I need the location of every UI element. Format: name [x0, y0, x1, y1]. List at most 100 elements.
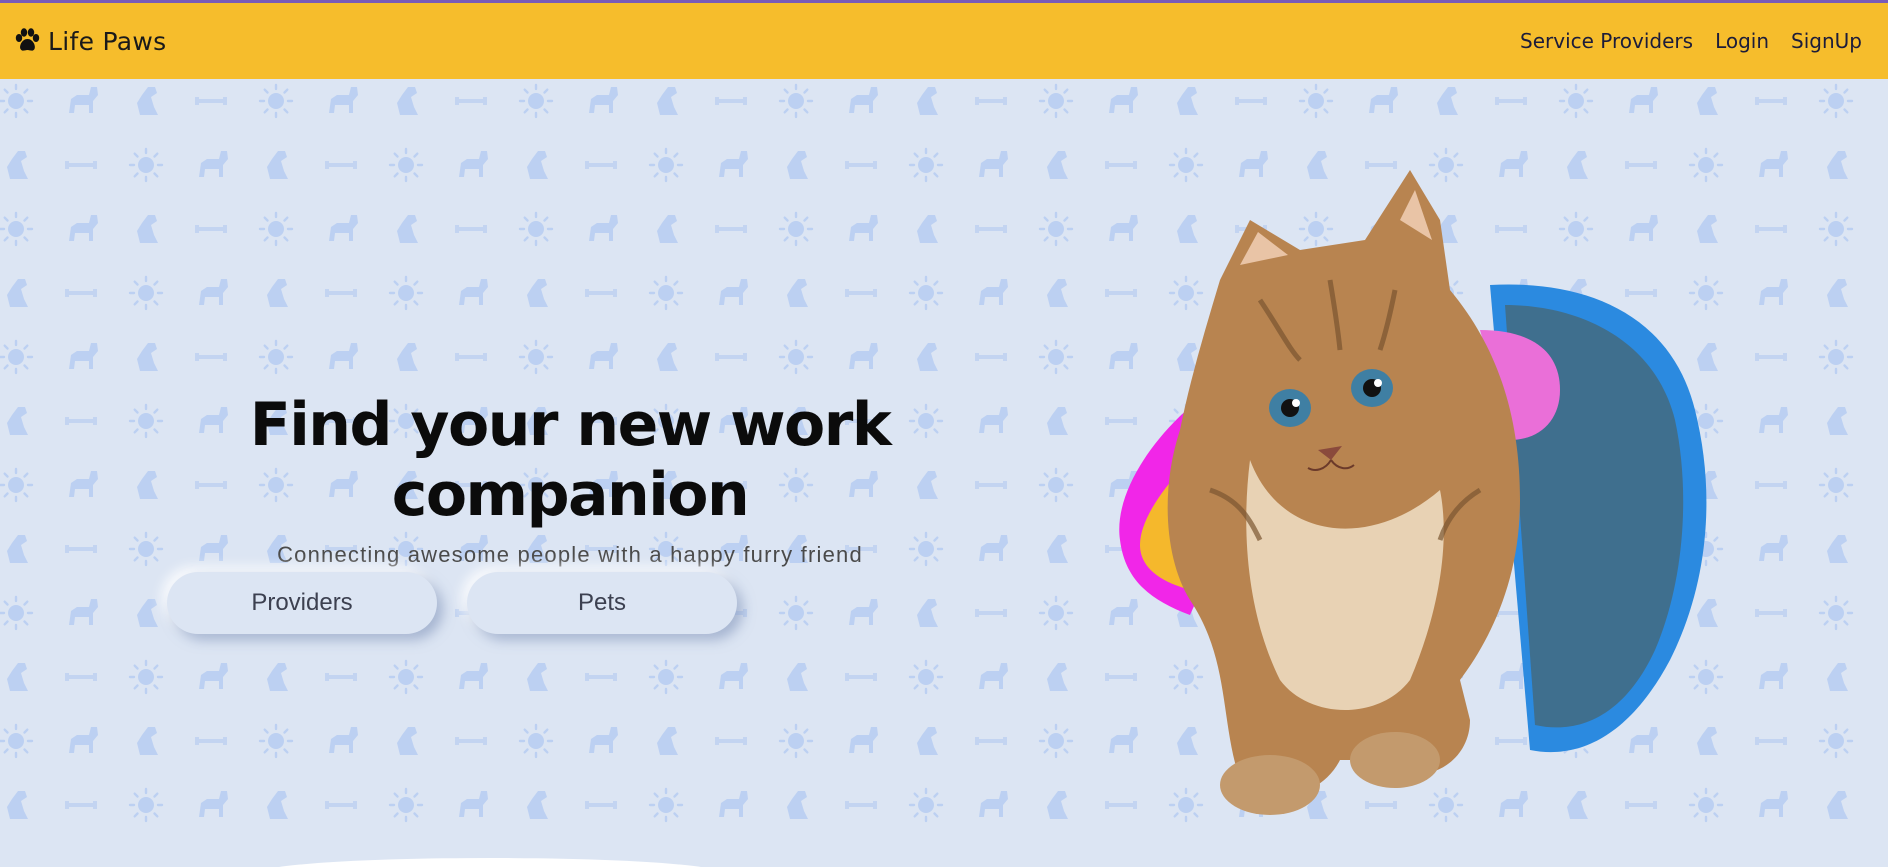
pattern-glyph [267, 791, 288, 819]
pattern-glyph [1047, 151, 1068, 179]
pattern-glyph [778, 723, 814, 759]
pattern-glyph [1558, 83, 1594, 119]
pattern-glyph [455, 737, 487, 745]
pattern-glyph [65, 289, 97, 297]
pattern-glyph [459, 279, 488, 305]
pattern-glyph [0, 595, 34, 631]
pattern-glyph [397, 87, 418, 115]
pattern-glyph [1038, 211, 1074, 247]
providers-button[interactable]: Providers [167, 572, 437, 634]
pattern-glyph [1047, 791, 1068, 819]
pattern-glyph [979, 663, 1008, 689]
pattern-glyph [849, 599, 878, 625]
pattern-glyph [0, 83, 34, 119]
pattern-glyph [329, 87, 358, 113]
pattern-glyph [388, 147, 424, 183]
pattern-glyph [778, 83, 814, 119]
pattern-glyph [1827, 791, 1848, 819]
pattern-glyph [0, 339, 34, 375]
pattern-glyph [527, 279, 548, 307]
pattern-glyph [258, 83, 294, 119]
pattern-glyph [518, 83, 554, 119]
pattern-glyph [0, 467, 34, 503]
pattern-glyph [137, 727, 158, 755]
pattern-glyph [1038, 467, 1074, 503]
pattern-glyph [778, 339, 814, 375]
pattern-glyph [1038, 595, 1074, 631]
pattern-glyph [455, 353, 487, 361]
kitten-illustration [1119, 170, 1707, 815]
pattern-glyph [908, 659, 944, 695]
pattern-glyph [459, 663, 488, 689]
pattern-glyph [657, 215, 678, 243]
pattern-glyph [908, 275, 944, 311]
pattern-glyph [917, 343, 938, 371]
kitten-paw-right [1350, 732, 1440, 788]
pattern-glyph [1047, 535, 1068, 563]
pattern-glyph [585, 673, 617, 681]
pattern-glyph [1827, 279, 1848, 307]
pattern-glyph [128, 147, 164, 183]
pattern-glyph [585, 289, 617, 297]
pattern-glyph [137, 215, 158, 243]
pattern-glyph [778, 595, 814, 631]
pattern-glyph [137, 343, 158, 371]
pets-button[interactable]: Pets [467, 572, 737, 634]
pattern-glyph [199, 151, 228, 177]
nav-link-signup[interactable]: SignUp [1791, 29, 1862, 53]
pattern-glyph [719, 663, 748, 689]
brand[interactable]: Life Paws [12, 26, 166, 56]
pattern-glyph [397, 727, 418, 755]
pattern-glyph [267, 663, 288, 691]
pattern-glyph [1437, 87, 1458, 115]
pattern-glyph [589, 727, 618, 753]
pattern-glyph [719, 151, 748, 177]
pattern-glyph [917, 215, 938, 243]
pattern-glyph [258, 723, 294, 759]
pattern-glyph [845, 289, 877, 297]
pattern-glyph [455, 97, 487, 105]
pattern-glyph [325, 673, 357, 681]
pattern-glyph [975, 737, 1007, 745]
pattern-glyph [7, 407, 28, 435]
pattern-glyph [7, 791, 28, 819]
pattern-glyph [1047, 279, 1068, 307]
navbar: Life Paws Service Providers Login SignUp [0, 3, 1888, 79]
pattern-glyph [527, 791, 548, 819]
pattern-glyph [527, 663, 548, 691]
nav-link-login[interactable]: Login [1715, 29, 1769, 53]
pattern-glyph [195, 97, 227, 105]
pattern-glyph [325, 801, 357, 809]
paw-icon [15, 28, 40, 51]
pattern-glyph [648, 147, 684, 183]
pattern-glyph [199, 791, 228, 817]
pattern-glyph [195, 737, 227, 745]
pattern-glyph [657, 87, 678, 115]
pattern-glyph [979, 279, 1008, 305]
pattern-glyph [657, 727, 678, 755]
pattern-glyph [65, 161, 97, 169]
pattern-glyph [979, 151, 1008, 177]
pattern-glyph [1235, 97, 1267, 105]
pattern-glyph [518, 211, 554, 247]
pattern-glyph [715, 97, 747, 105]
nav-link-service-providers[interactable]: Service Providers [1520, 29, 1693, 53]
pattern-glyph [1109, 87, 1138, 113]
pattern-glyph [69, 599, 98, 625]
pattern-glyph [975, 609, 1007, 617]
pattern-glyph [589, 215, 618, 241]
pattern-glyph [719, 279, 748, 305]
pattern-glyph [267, 279, 288, 307]
pattern-glyph [585, 801, 617, 809]
pattern-glyph [1818, 595, 1854, 631]
pattern-glyph [778, 211, 814, 247]
pattern-glyph [845, 801, 877, 809]
pattern-glyph [849, 727, 878, 753]
pattern-glyph [908, 787, 944, 823]
pattern-glyph [979, 791, 1008, 817]
pattern-glyph [65, 673, 97, 681]
hero-title: Find your new work companion [249, 390, 892, 530]
pattern-glyph [1177, 87, 1198, 115]
pattern-glyph [199, 663, 228, 689]
pattern-glyph [1495, 97, 1527, 105]
